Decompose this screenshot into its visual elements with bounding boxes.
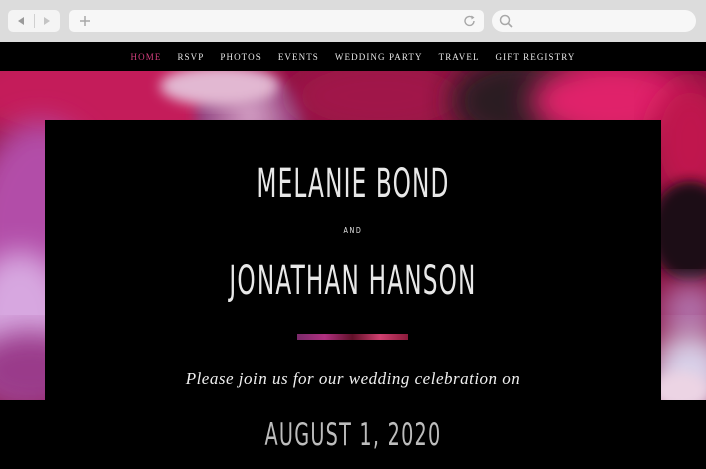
and-connector: AND: [343, 226, 363, 235]
nav-item-wedding-party[interactable]: WEDDING PARTY: [335, 52, 423, 62]
watercolor-divider: [297, 334, 408, 340]
back-button[interactable]: [8, 10, 34, 32]
site-navigation: HOME RSVP PHOTOS EVENTS WEDDING PARTY TRAVEL G…: [0, 42, 706, 71]
nav-item-travel[interactable]: TRAVEL: [439, 52, 480, 62]
invitation-card: MELANIE BOND AND JONATHAN HANSON Please …: [45, 120, 661, 469]
forward-arrow-icon: [44, 17, 51, 25]
nav-item-rsvp[interactable]: RSVP: [177, 52, 204, 62]
nav-item-photos[interactable]: PHOTOS: [220, 52, 261, 62]
search-bar[interactable]: [492, 10, 696, 32]
nav-list: HOME RSVP PHOTOS EVENTS WEDDING PARTY TRAVEL G…: [123, 52, 584, 62]
plus-icon[interactable]: [77, 13, 93, 29]
name-second: JONATHAN HANSON: [229, 258, 477, 304]
nav-item-events[interactable]: EVENTS: [278, 52, 319, 62]
nav-buttons: [8, 10, 60, 32]
back-arrow-icon: [17, 17, 24, 25]
wedding-date: AUGUST 1, 2020: [264, 417, 442, 453]
invitation-text: Please join us for our wedding celebrati…: [185, 369, 521, 388]
reload-icon[interactable]: [462, 13, 478, 29]
search-icon: [499, 14, 513, 28]
browser-chrome: [0, 0, 706, 42]
name-first: MELANIE BOND: [256, 161, 450, 207]
forward-button[interactable]: [35, 10, 61, 32]
nav-item-home[interactable]: HOME: [131, 52, 162, 62]
nav-item-gift-registry[interactable]: GIFT REGISTRY: [496, 52, 576, 62]
address-bar[interactable]: [69, 10, 484, 32]
